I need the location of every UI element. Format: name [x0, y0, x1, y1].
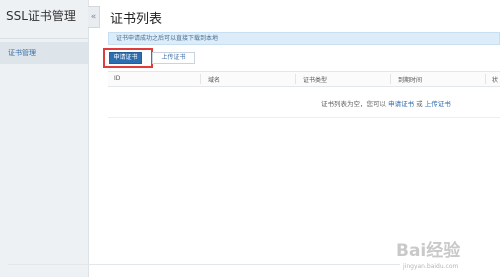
apply-certificate-link[interactable]: 申请证书	[388, 100, 414, 108]
watermark: Bai经验 jingyan.baidu.com	[388, 230, 500, 277]
column-header-domain[interactable]: 域名	[208, 75, 220, 84]
upload-certificate-link[interactable]: 上传证书	[425, 100, 451, 108]
collapse-sidebar-icon[interactable]: «	[88, 6, 100, 28]
column-header-cert-type[interactable]: 证书类型	[303, 75, 327, 84]
page-title: 证书列表	[110, 12, 163, 27]
column-header-id[interactable]: ID	[114, 75, 120, 82]
column-header-expiry[interactable]: 到期时间	[398, 75, 422, 84]
watermark-url: jingyan.baidu.com	[403, 263, 459, 270]
empty-state-prefix: 证书列表为空，您可以	[321, 100, 386, 108]
upload-certificate-button[interactable]: 上传证书	[152, 52, 195, 64]
empty-state-message: 证书列表为空，您可以 申请证书 或 上传证书	[321, 98, 451, 108]
sidebar: SSL证书管理 证书管理	[0, 0, 89, 277]
empty-state-or: 或	[416, 100, 423, 108]
sidebar-divider	[0, 38, 88, 39]
sidebar-title: SSL证书管理	[6, 9, 76, 23]
empty-state-row: 证书列表为空，您可以 申请证书 或 上传证书	[108, 87, 500, 118]
notice-banner: 证书申请成功之后可以直接下载到本地	[108, 32, 500, 45]
apply-certificate-button[interactable]: 申请证书	[109, 52, 142, 64]
column-separator	[390, 74, 391, 84]
column-separator	[295, 74, 296, 84]
column-separator	[485, 74, 486, 84]
column-header-status[interactable]: 状	[492, 75, 498, 84]
sidebar-item-cert-management[interactable]: 证书管理	[0, 42, 88, 64]
column-separator	[200, 74, 201, 84]
certificate-table: ID 域名 证书类型 到期时间 状 证书列表为空，您可以 申请证书 或 上传证书	[108, 71, 500, 118]
table-bottom-border	[8, 264, 400, 265]
table-header: ID 域名 证书类型 到期时间 状	[108, 71, 500, 87]
watermark-logo: Bai经验	[396, 241, 461, 261]
